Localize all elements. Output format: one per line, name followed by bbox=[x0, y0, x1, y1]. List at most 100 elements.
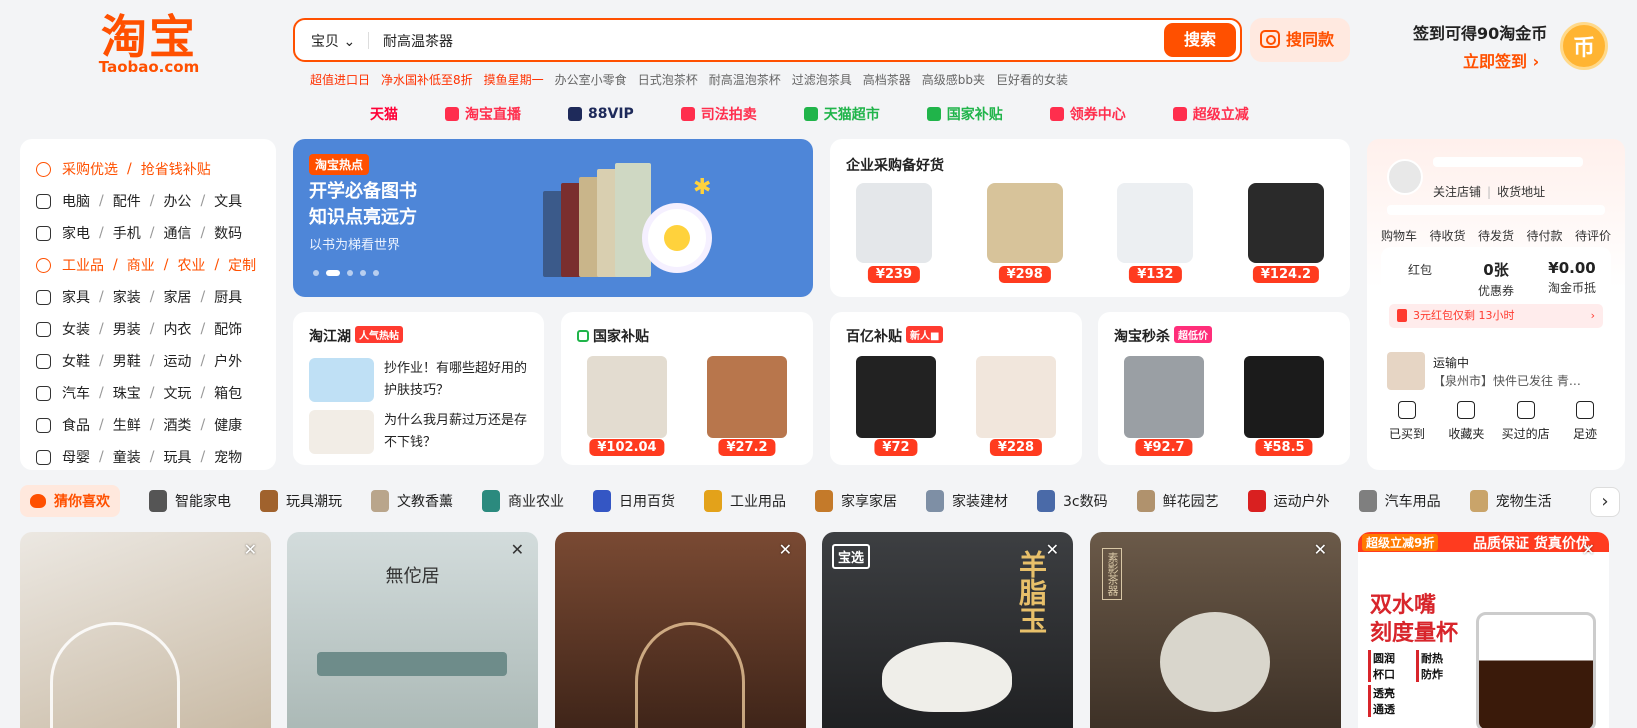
state-subsidy-section[interactable]: 国家补贴 ¥102.04 ¥27.2 bbox=[561, 312, 813, 465]
order-status-link[interactable]: 待付款 bbox=[1526, 227, 1562, 244]
product-card[interactable]: ¥102.04 bbox=[577, 356, 677, 456]
category-link[interactable]: 文具 bbox=[214, 191, 242, 211]
category-link[interactable]: 童装 bbox=[113, 447, 141, 467]
category-link[interactable]: 男装 bbox=[113, 319, 141, 339]
category-link[interactable]: 运动 bbox=[163, 351, 191, 371]
shortcut-2[interactable]: 买过的店 bbox=[1500, 401, 1552, 442]
category-link[interactable]: 配件 bbox=[113, 191, 141, 211]
hot-search-link[interactable]: 过滤泡茶具 bbox=[792, 73, 852, 87]
taobao-logo[interactable]: 淘宝 Taobao.com bbox=[94, 14, 204, 76]
follow-shop-link[interactable]: 关注店铺 bbox=[1433, 185, 1481, 199]
close-icon[interactable]: ✕ bbox=[1582, 540, 1595, 559]
category-link[interactable]: 男鞋 bbox=[113, 351, 141, 371]
hot-search-link[interactable]: 高级感bb夹 bbox=[922, 73, 985, 87]
wallet-redpacket[interactable]: 红包 bbox=[1385, 259, 1455, 278]
product-card[interactable]: ¥228 bbox=[966, 356, 1066, 456]
feed-card[interactable]: 超级立减9折 品质保证 货真价优 双水嘴 刻度量杯 圆润杯口 耐热防炸 透亮通透 ✕ bbox=[1358, 532, 1609, 728]
category-link[interactable]: 汽车 bbox=[62, 383, 90, 403]
feed-card[interactable]: ✕ bbox=[20, 532, 271, 728]
feed-tab[interactable]: 家装建材 bbox=[926, 490, 1008, 512]
category-link[interactable]: 农业 bbox=[177, 255, 205, 275]
category-link[interactable]: 文玩 bbox=[163, 383, 191, 403]
category-link[interactable]: 女鞋 bbox=[62, 351, 90, 371]
category-link[interactable]: 玩具 bbox=[163, 447, 191, 467]
category-link[interactable]: 商业 bbox=[127, 255, 155, 275]
signin-promo[interactable]: 签到可得90淘金币 立即签到 › bbox=[1413, 20, 1547, 72]
category-link[interactable]: 女装 bbox=[62, 319, 90, 339]
hot-search-link[interactable]: 超值进口日 bbox=[310, 73, 370, 87]
feed-tab[interactable]: 猜你喜欢 bbox=[20, 485, 120, 517]
hot-search-link[interactable]: 高档茶器 bbox=[863, 73, 911, 87]
feed-tab[interactable]: 3c数码 bbox=[1037, 490, 1108, 512]
product-card[interactable]: ¥132 bbox=[1107, 183, 1203, 283]
category-link[interactable]: 家居 bbox=[163, 287, 191, 307]
feed-tab[interactable]: 文教香薰 bbox=[371, 490, 453, 512]
feed-tab[interactable]: 汽车用品 bbox=[1358, 490, 1441, 512]
category-link[interactable]: 定制 bbox=[228, 255, 256, 275]
category-link[interactable]: 酒类 bbox=[163, 415, 191, 435]
hot-search-link[interactable]: 净水国补低至8折 bbox=[381, 73, 473, 87]
avatar[interactable] bbox=[1387, 159, 1423, 195]
category-link[interactable]: 数码 bbox=[214, 223, 242, 243]
category-link[interactable]: 食品 bbox=[62, 415, 90, 435]
hero-banner[interactable]: 淘宝热点 开学必备图书 知识点亮远方 以书为梯看世界 ✱ bbox=[293, 139, 813, 297]
shipping-card[interactable]: 运输中 【泉州市】快件已发往 青… bbox=[1381, 346, 1611, 396]
feed-tab[interactable]: 鲜花园艺 bbox=[1136, 490, 1219, 512]
product-card[interactable]: ¥239 bbox=[846, 183, 942, 283]
category-link[interactable]: 生鲜 bbox=[113, 415, 141, 435]
quick-link[interactable]: 国家补贴 bbox=[926, 104, 1003, 124]
category-link[interactable]: 家装 bbox=[113, 287, 141, 307]
category-link[interactable]: 家电 bbox=[62, 223, 90, 243]
category-link[interactable]: 电脑 bbox=[62, 191, 90, 211]
feed-card[interactable]: 無佗居 ✕ bbox=[287, 532, 538, 728]
feed-tab[interactable]: 宠物生活 bbox=[1469, 490, 1552, 512]
carousel-dot[interactable] bbox=[360, 270, 366, 276]
feed-tab[interactable]: 玩具潮玩 bbox=[260, 490, 342, 512]
category-link[interactable]: 抢省钱补贴 bbox=[141, 159, 211, 179]
order-status-link[interactable]: 购物车 bbox=[1381, 227, 1417, 244]
quick-link[interactable]: 司法拍卖 bbox=[680, 104, 757, 124]
category-link[interactable]: 宠物 bbox=[214, 447, 242, 467]
chevron-right-icon[interactable]: › bbox=[1590, 487, 1620, 517]
address-link[interactable]: 收货地址 bbox=[1497, 185, 1545, 199]
category-link[interactable]: 内衣 bbox=[163, 319, 191, 339]
hot-search-link[interactable]: 办公室小零食 bbox=[555, 73, 627, 87]
feed-card[interactable]: ✕ bbox=[555, 532, 806, 728]
feed-card[interactable]: 素影茶器 ✕ bbox=[1090, 532, 1341, 728]
quick-link[interactable]: 淘宝直播 bbox=[445, 104, 521, 124]
shortcut-3[interactable]: 足迹 bbox=[1559, 401, 1611, 442]
product-card[interactable]: ¥72 bbox=[846, 356, 946, 456]
feed-tab[interactable]: 商业农业 bbox=[482, 490, 564, 512]
close-icon[interactable]: ✕ bbox=[779, 540, 792, 559]
close-icon[interactable]: ✕ bbox=[1046, 540, 1059, 559]
signin-link[interactable]: 立即签到 › bbox=[1463, 48, 1547, 72]
feed-tab[interactable]: 智能家电 bbox=[149, 490, 231, 512]
quick-link[interactable]: 天猫 bbox=[370, 104, 398, 124]
topic-item[interactable]: 抄作业！有哪些超好用的护肤技巧？ bbox=[309, 358, 529, 402]
hot-search-link[interactable]: 摸鱼星期一 bbox=[484, 73, 544, 87]
wallet-coupons[interactable]: 0张 优惠券 bbox=[1461, 259, 1531, 299]
taojianghu-section[interactable]: 淘江湖 人气热帖 抄作业！有哪些超好用的护肤技巧？ 为什么我月薪过万还是存不下钱？ bbox=[293, 312, 544, 465]
category-link[interactable]: 办公 bbox=[163, 191, 191, 211]
billion-subsidy-section[interactable]: 百亿补贴 新人■ ¥72 ¥228 bbox=[830, 312, 1082, 465]
search-category-select[interactable]: 宝贝 ⌄ bbox=[311, 31, 355, 51]
category-link[interactable]: 母婴 bbox=[62, 447, 90, 467]
quick-link[interactable]: 超级立减 bbox=[1172, 104, 1249, 124]
close-icon[interactable]: ✕ bbox=[244, 540, 257, 559]
close-icon[interactable]: ✕ bbox=[1314, 540, 1327, 559]
category-link[interactable]: 箱包 bbox=[214, 383, 242, 403]
feed-tab[interactable]: 运动户外 bbox=[1247, 490, 1330, 512]
wallet-taojinbi[interactable]: ¥0.00 淘金币抵 bbox=[1537, 259, 1607, 296]
order-status-link[interactable]: 待评价 bbox=[1575, 227, 1611, 244]
carousel-dot[interactable] bbox=[313, 270, 319, 276]
category-link[interactable]: 工业品 bbox=[62, 255, 104, 275]
b2b-section[interactable]: 企业采购备好货 ¥239 ¥298 ¥132 ¥124.2 bbox=[830, 139, 1350, 297]
product-card[interactable]: ¥58.5 bbox=[1234, 356, 1334, 456]
category-link[interactable]: 健康 bbox=[214, 415, 242, 435]
feed-card[interactable]: 宝选 羊脂玉 ✕ bbox=[822, 532, 1073, 728]
flash-sale-section[interactable]: 淘宝秒杀 超低价 ¥92.7 ¥58.5 bbox=[1098, 312, 1350, 465]
category-link[interactable]: 通信 bbox=[163, 223, 191, 243]
product-card[interactable]: ¥298 bbox=[977, 183, 1073, 283]
category-link[interactable]: 厨具 bbox=[214, 287, 242, 307]
carousel-dot[interactable] bbox=[347, 270, 353, 276]
